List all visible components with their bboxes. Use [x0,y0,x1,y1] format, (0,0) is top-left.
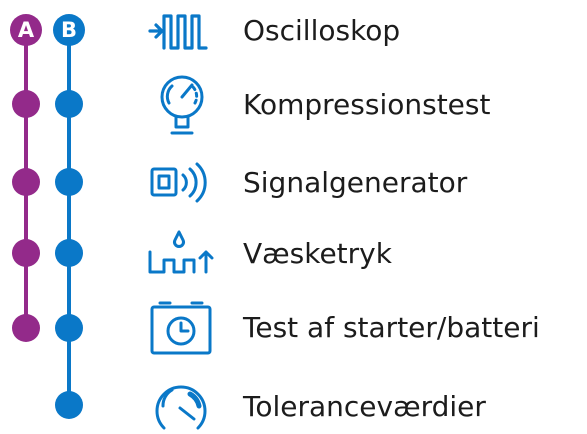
feature-label-tolerance: Toleranceværdier [243,390,486,423]
column-b-dot [55,90,83,118]
column-a-dot [12,239,40,267]
column-b-badge: B [53,14,85,46]
fluid-pressure-icon [142,226,216,286]
column-b-line [67,30,71,405]
column-b-dot [55,239,83,267]
signal-generator-icon [142,157,216,217]
column-a-dot [12,168,40,196]
column-a-dot [12,90,40,118]
feature-label-signalgenerator: Signalgenerator [243,166,468,199]
feature-matrix: A B Oscilloskop Kompressionstest Signalg… [0,0,587,434]
tolerance-gauge-icon [142,376,216,434]
feature-label-starter-battery: Test af starter/batteri [243,311,540,344]
feature-label-oscilloscope: Oscilloskop [243,14,401,47]
feature-label-compression: Kompressionstest [243,88,491,121]
column-b-dot [55,314,83,342]
battery-clock-icon [142,297,216,359]
feature-label-fluid-pressure: Væsketryk [243,237,392,270]
oscilloscope-icon [142,4,216,64]
column-b-dot [55,391,83,419]
column-b-dot [55,168,83,196]
pressure-gauge-icon [142,71,216,137]
column-a-badge: A [10,14,42,46]
column-a-dot [12,314,40,342]
